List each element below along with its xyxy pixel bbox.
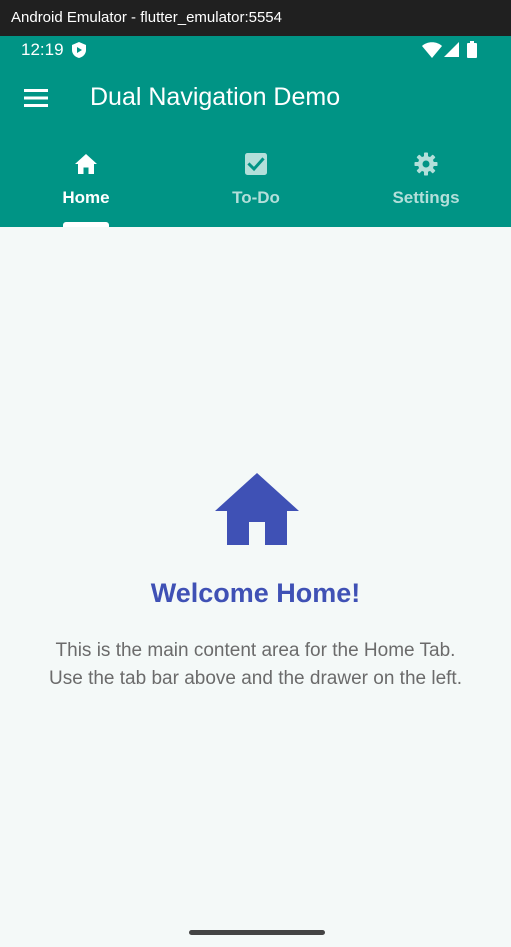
tab-home[interactable]: Home (1, 140, 171, 227)
gesture-bar[interactable] (189, 930, 325, 935)
body-text: This is the main content area for the Ho… (0, 637, 511, 693)
menu-icon (24, 89, 48, 107)
signal-icon (444, 42, 459, 57)
welcome-heading: Welcome Home! (150, 578, 361, 608)
menu-button[interactable] (14, 76, 58, 120)
body-text-line: Use the tab bar above and the drawer on … (49, 668, 462, 689)
body-text-line: This is the main content area for the Ho… (55, 640, 456, 661)
phone-screen: 12:19 Dual Navigation Demo Home To-Do Se… (0, 36, 511, 947)
shield-icon (72, 42, 86, 58)
battery-icon (467, 41, 477, 58)
status-time: 12:19 (21, 40, 64, 59)
app-title: Dual Navigation Demo (90, 83, 341, 111)
status-bar: 12:19 (0, 36, 511, 64)
tab-settings[interactable]: Settings (341, 140, 511, 227)
gear-icon (414, 152, 438, 176)
window-title: Android Emulator - flutter_emulator:5554 (11, 9, 282, 26)
checkbox-icon (245, 153, 267, 175)
wifi-icon (422, 42, 442, 58)
tab-todo-label: To-Do (232, 188, 280, 207)
tab-todo[interactable]: To-Do (171, 140, 341, 227)
home-icon (215, 473, 299, 545)
home-icon (75, 154, 97, 174)
tab-bar: Home To-Do Settings (0, 140, 511, 227)
home-content: Welcome Home! This is the main content a… (0, 227, 511, 947)
tab-home-label: Home (62, 188, 110, 207)
window-titlebar: Android Emulator - flutter_emulator:5554 (0, 0, 511, 36)
app-toolbar: Dual Navigation Demo (0, 72, 511, 128)
tab-settings-label: Settings (392, 188, 460, 207)
app-header: 12:19 Dual Navigation Demo Home To-Do Se… (0, 36, 511, 227)
